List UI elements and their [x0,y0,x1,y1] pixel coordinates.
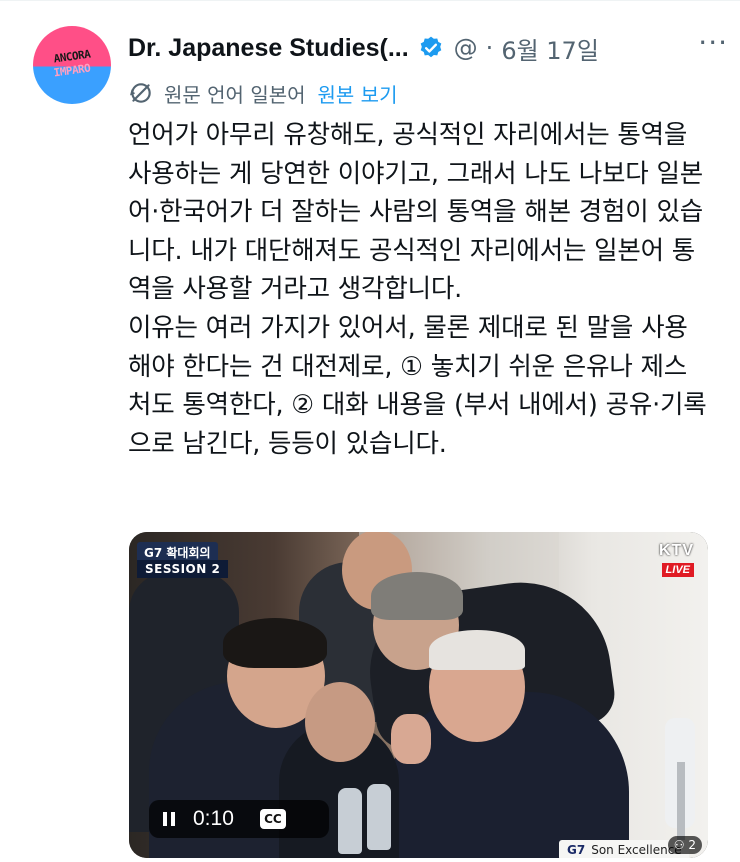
verified-badge-icon [420,36,441,58]
video-time: 0:10 [193,807,234,830]
top-divider [0,0,740,1]
channel-logo: KTV LIVE [659,542,694,578]
tweet-date[interactable]: 6월 17일 [501,31,599,66]
video-figure-head [305,682,375,762]
video-figure-hair [429,630,525,670]
tweet-text: 언어가 아무리 유창해도, 공식적인 자리에서는 통역을 사용하는 게 당연한 … [128,116,708,463]
video-controls: 0:10 CC [149,800,329,838]
tweet-header: Dr. Japanese Studies(... @ · 6월 17일 ··· [128,26,728,66]
tweet-paragraph-1: 언어가 아무리 유창해도, 공식적인 자리에서는 통역을 사용하는 게 당연한 … [128,120,703,305]
avatar[interactable]: ANCORA IMPARO [33,26,111,104]
video-figure-hair [371,572,463,620]
video-figure-hand [391,714,431,764]
header-separator: · [485,34,494,62]
translate-icon [130,83,151,103]
live-badge: LIVE [661,563,694,577]
broadcast-session-badge: SESSION 2 [137,560,229,578]
author-name[interactable]: Dr. Japanese Studies(... [128,34,409,63]
channel-name: KTV [659,542,694,559]
show-original-link[interactable]: 원본 보기 [318,79,398,108]
video-player[interactable]: G7 확대회의 SESSION 2 KTV LIVE G7 Son Excelle… [129,532,708,858]
captions-button[interactable]: CC [259,809,286,829]
viewer-count: ⚇ 2 [667,836,702,854]
water-bottle [338,788,362,854]
water-bottle [367,784,391,850]
translation-notice: 원문 언어 일본어 원본 보기 [128,78,397,108]
video-figure-hair [223,618,327,668]
author-handle[interactable]: @ [454,34,478,62]
more-options-icon[interactable]: ··· [698,26,728,59]
name-plate-brand: G7 [567,843,586,857]
pause-icon[interactable] [155,800,183,838]
tweet-paragraph-2: 이유는 여러 가지가 있어서, 물론 제대로 된 말을 사용해야 한다는 건 대… [128,312,707,459]
translation-label: 원문 언어 일본어 [164,82,306,107]
